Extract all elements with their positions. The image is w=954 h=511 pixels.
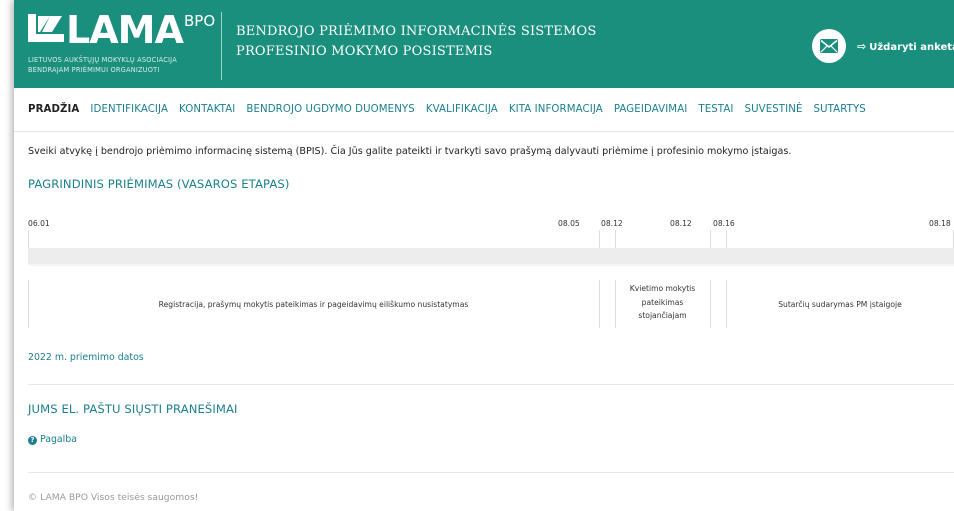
timeline-tick [726, 230, 727, 248]
messages-button[interactable] [812, 29, 846, 63]
timeline-date: 08.12 [670, 219, 692, 228]
main-admission-title: PAGRINDINIS PRIĖMIMAS (VASAROS ETAPAS) [28, 177, 290, 191]
phase-separator [710, 280, 711, 328]
logo-sup: BPO [184, 12, 216, 30]
help-link[interactable]: ? Pagalba [28, 434, 77, 445]
system-title: BENDROJO PRIĖMIMO INFORMACINĖS SISTEMOS … [236, 22, 596, 62]
nav-item-identifikacija[interactable]: IDENTIFIKACIJA [90, 104, 168, 124]
phase-contracts: Sutarčių sudarymas PM įstaigoje [778, 300, 902, 309]
envelope-icon [820, 39, 838, 53]
email-notifications-title: JUMS EL. PAŠTU SIŲSTI PRANEŠIMAI [28, 402, 238, 416]
section-divider [28, 384, 954, 385]
phase-invitation-line1: Kvietimo mokytis [629, 284, 696, 293]
footer-copyright: © LAMA BPO Visos teisės saugomos! [28, 492, 199, 503]
timeline-tick [599, 230, 600, 248]
admission-dates-link[interactable]: 2022 m. priemimo datos [28, 352, 144, 363]
timeline-date: 08.12 [601, 219, 623, 228]
nav-item-suvestine[interactable]: SUVESTINĖ [745, 104, 803, 124]
timeline-tick [615, 230, 616, 248]
logo-subtitle: Lietuvos aukštųjų mokyklų asociacija ben… [28, 55, 177, 75]
question-circle-icon: ? [28, 436, 37, 445]
logo[interactable]: LAMA BPO Lietuvos aukštųjų mokyklų asoci… [28, 10, 218, 84]
nav-item-bendrojo-ugdymo-duomenys[interactable]: BENDROJO UGDYMO DUOMENYS [246, 104, 414, 124]
system-title-line1: BENDROJO PRIĖMIMO INFORMACINĖS SISTEMOS [236, 24, 597, 39]
timeline-date: 08.16 [713, 219, 735, 228]
phase-registration: Registracija, prašymų mokytis pateikimas… [158, 300, 469, 309]
timeline-tick [710, 230, 711, 248]
logo-mark-icon [28, 14, 64, 42]
help-label: Pagalba [40, 434, 77, 445]
nav-item-testai[interactable]: TESTAI [698, 104, 733, 124]
admission-timeline: 06.01 08.05 08.12 08.12 08.16 08.18 Regi… [28, 212, 954, 332]
timeline-date: 08.18 [929, 219, 951, 228]
header-divider [221, 12, 222, 80]
nav-divider [14, 131, 954, 132]
nav-item-kvalifikacija[interactable]: KVALIFIKACIJA [426, 104, 498, 124]
nav-item-pradzia[interactable]: PRADŽIA [28, 104, 79, 124]
logo-subtitle-line2: bendrajam priėmimui organizuoti [28, 66, 160, 74]
footer-divider [28, 472, 954, 473]
timeline-tick [28, 230, 29, 248]
phase-invitation-line3: stojančiajam [638, 311, 687, 321]
timeline-bar [28, 248, 954, 264]
system-title-line2: PROFESINIO MOKYMO POSISTEMIS [236, 44, 493, 59]
main-nav: PRADŽIA IDENTIFIKACIJA KONTAKTAI BENDROJ… [28, 104, 877, 124]
close-form-link[interactable]: ⇨ Uždaryti anketą [857, 40, 954, 53]
welcome-text: Sveiki atvykę į bendrojo priėmimo inform… [28, 146, 792, 157]
close-form-label: Uždaryti anketą [869, 42, 954, 53]
timeline-date: 06.01 [28, 219, 50, 228]
nav-item-kontaktai[interactable]: KONTAKTAI [179, 104, 235, 124]
timeline-date: 08.05 [558, 219, 580, 228]
nav-item-pageidavimai[interactable]: PAGEIDAVIMAI [614, 104, 688, 124]
phase-invitation-line2: pateikimas [641, 297, 684, 307]
phase-separator [599, 280, 600, 328]
logo-subtitle-line1: Lietuvos aukštųjų mokyklų asociacija [28, 56, 177, 64]
header: LAMA BPO Lietuvos aukštųjų mokyklų asoci… [14, 0, 954, 88]
sign-out-icon: ⇨ [857, 40, 867, 53]
page-frame: LAMA BPO Lietuvos aukštųjų mokyklų asoci… [14, 0, 954, 511]
logo-text: LAMA [66, 8, 184, 52]
phase-invitation: Kvietimo mokytis pateikimas stojančiajam [615, 282, 710, 323]
timeline-bar-shadow [28, 264, 954, 266]
nav-item-sutartys[interactable]: SUTARTYS [814, 104, 866, 124]
nav-item-kita-informacija[interactable]: KITA INFORMACIJA [509, 104, 603, 124]
